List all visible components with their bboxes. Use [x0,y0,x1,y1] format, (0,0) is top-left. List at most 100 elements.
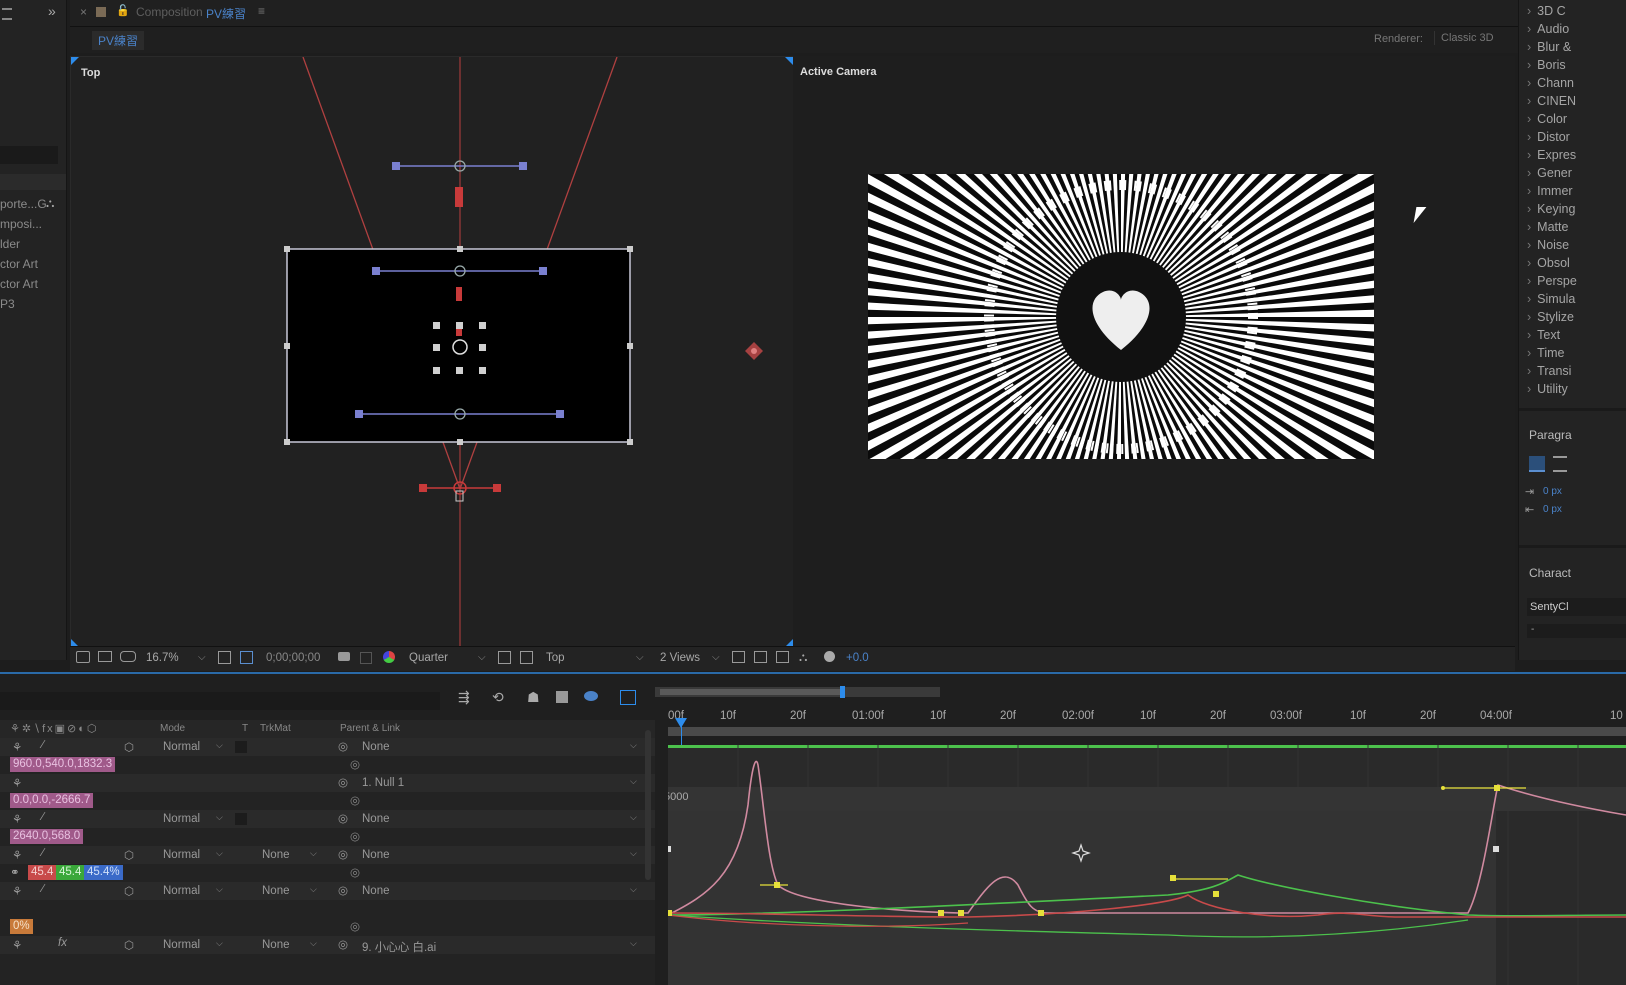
view-layout-select[interactable]: 2 Views [660,652,700,664]
shy-switch-icon[interactable]: ⚘ [12,812,22,826]
chevron-down-icon[interactable]: ⌵ [310,938,317,949]
scale-z-value[interactable]: 45.4% [84,865,123,880]
trkmat-box[interactable] [235,813,247,825]
chevron-down-icon[interactable]: ⌵ [630,848,637,859]
effect-category[interactable]: Transi [1527,364,1571,378]
3d-view-select[interactable]: Top [546,652,565,664]
effect-category[interactable]: Noise [1527,238,1569,252]
resolution-select[interactable]: Quarter [409,652,448,664]
trkmat-select[interactable]: None [262,885,290,897]
effect-category[interactable]: Stylize [1527,310,1574,324]
active-camera-viewer[interactable]: Active Camera [793,56,1515,646]
effect-category[interactable]: Chann [1527,76,1574,90]
chevron-down-icon[interactable]: ⌵ [216,938,223,949]
layer-row[interactable]: ⚘ ∕ Normal ⌵ ◎ None ⌵ [0,810,655,828]
flowchart-icon[interactable]: ⛬ [799,650,807,665]
lock-icon[interactable]: 🔓 [116,4,130,17]
layer-mode-select[interactable]: Normal [163,741,200,753]
parent-select[interactable]: None [362,885,390,897]
draft-3d-icon[interactable]: ⟲ [492,689,504,706]
work-area-handle[interactable] [840,686,845,698]
layer-mode-select[interactable]: Normal [163,939,200,951]
layer-row[interactable]: ⚘ ∕ ⬡ Normal ⌵ ◎ None ⌵ [0,738,655,756]
effect-category[interactable]: CINEN [1527,94,1576,108]
chevron-down-icon[interactable]: ⌵ [216,740,223,751]
fast-previews-icon[interactable] [754,651,767,663]
graph-editor[interactable]: 5000 [668,745,1626,985]
position-value[interactable]: 960.0,540.0,1832.3 [10,757,116,772]
chevron-down-icon[interactable]: ⌵ [630,884,637,895]
chevron-down-icon[interactable]: ⌵ [636,652,644,663]
tab-menu-icon[interactable]: ≡ [258,4,265,18]
chevron-down-icon[interactable]: ⌵ [216,884,223,895]
effect-category[interactable]: Time [1527,346,1564,360]
chevron-down-icon[interactable]: ⌵ [310,884,317,895]
project-item[interactable]: P3 [0,297,15,311]
effect-category[interactable]: 3D C [1527,4,1565,18]
frame-blending-icon[interactable] [556,691,568,703]
project-item[interactable]: porte...G [0,197,47,211]
expression-pick-whip-icon[interactable]: ◎ [350,793,360,807]
project-search-input[interactable] [0,146,58,164]
quality-switch-icon[interactable]: ∕ [42,883,44,895]
chevron-down-icon[interactable]: ⌵ [630,776,637,787]
paragraph-panel-title[interactable]: Paragra [1529,428,1572,442]
project-item[interactable]: ctor Art [0,277,38,291]
quality-switch-icon[interactable]: ∕ [42,739,44,751]
close-tab-icon[interactable]: × [80,5,87,19]
renderer-value[interactable]: Classic 3D [1434,31,1500,45]
composition-subtab[interactable]: PV練習 [92,31,145,50]
pick-whip-icon[interactable]: ◎ [338,847,348,861]
channel-icon[interactable] [383,651,395,663]
effect-category[interactable]: Simula [1527,292,1575,306]
effect-category[interactable]: Boris [1527,58,1565,72]
top-view-viewer[interactable]: Top [70,56,794,648]
expression-pick-whip-icon[interactable]: ◎ [350,919,360,933]
parent-select[interactable]: None [362,741,390,753]
chevron-down-icon[interactable]: ⌵ [216,848,223,859]
trkmat-select[interactable]: None [262,849,290,861]
composition-tab-label[interactable]: Composition [136,5,203,19]
zoom-level[interactable]: 16.7% [146,652,179,664]
effect-category[interactable]: Audio [1527,22,1569,36]
3d-layer-switch-icon[interactable]: ⬡ [124,884,134,898]
snapshot-icon[interactable] [338,652,350,661]
3d-layer-switch-icon[interactable]: ⬡ [124,740,134,754]
font-family-select[interactable]: SentyCl [1527,598,1626,616]
top-view-scene[interactable] [71,57,793,647]
layer-row[interactable]: ⚘ fx ⬡ Normal ⌵ None ⌵ ◎ 9. 小心心 白.ai ⌵ [0,936,655,954]
fit-icon[interactable] [218,651,231,664]
expression-pick-whip-icon[interactable]: ◎ [350,829,360,843]
quality-switch-icon[interactable]: ∕ [42,847,44,859]
pick-whip-icon[interactable]: ◎ [338,739,348,753]
effect-category[interactable]: Distor [1527,130,1570,144]
effect-category[interactable]: Text [1527,328,1560,342]
layer-mode-select[interactable]: Normal [163,813,200,825]
expression-pick-whip-icon[interactable]: ◎ [350,865,360,879]
3d-layer-switch-icon[interactable]: ⬡ [124,938,134,952]
shy-layers-icon[interactable]: ☗ [527,689,540,706]
effect-category[interactable]: Obsol [1527,256,1570,270]
indent-right-value[interactable]: 0 px [1543,504,1562,515]
chevron-down-icon[interactable]: ⌵ [216,812,223,823]
project-item[interactable]: lder [0,237,20,251]
toggle-pixel-aspect-icon[interactable] [732,651,745,663]
position-value[interactable]: 2640.0,568.0 [10,829,84,844]
font-style-select[interactable]: - [1527,624,1626,638]
mask-toggle-icon[interactable] [240,651,253,664]
layer-scrollbar[interactable] [645,730,651,880]
effect-category[interactable]: Perspe [1527,274,1577,288]
constrain-proportions-icon[interactable]: ⚭ [10,865,20,879]
align-left-icon[interactable] [1529,456,1545,472]
layer-mode-select[interactable]: Normal [163,849,200,861]
chevron-down-icon[interactable]: ⌵ [712,652,720,663]
scale-x-value[interactable]: 45.4 [28,865,57,880]
effect-category[interactable]: Expres [1527,148,1576,162]
effect-category[interactable]: Keying [1527,202,1575,216]
scale-y-value[interactable]: 45.4 [56,865,85,880]
comp-mini-flowchart-icon[interactable]: ⇶ [458,689,470,706]
work-area-range[interactable] [660,689,843,695]
effect-category[interactable]: Blur & [1527,40,1571,54]
monitor-icon[interactable] [98,651,112,662]
layer-row[interactable]: ⚘ ∕ ⬡ Normal ⌵ None ⌵ ◎ None ⌵ [0,846,655,864]
